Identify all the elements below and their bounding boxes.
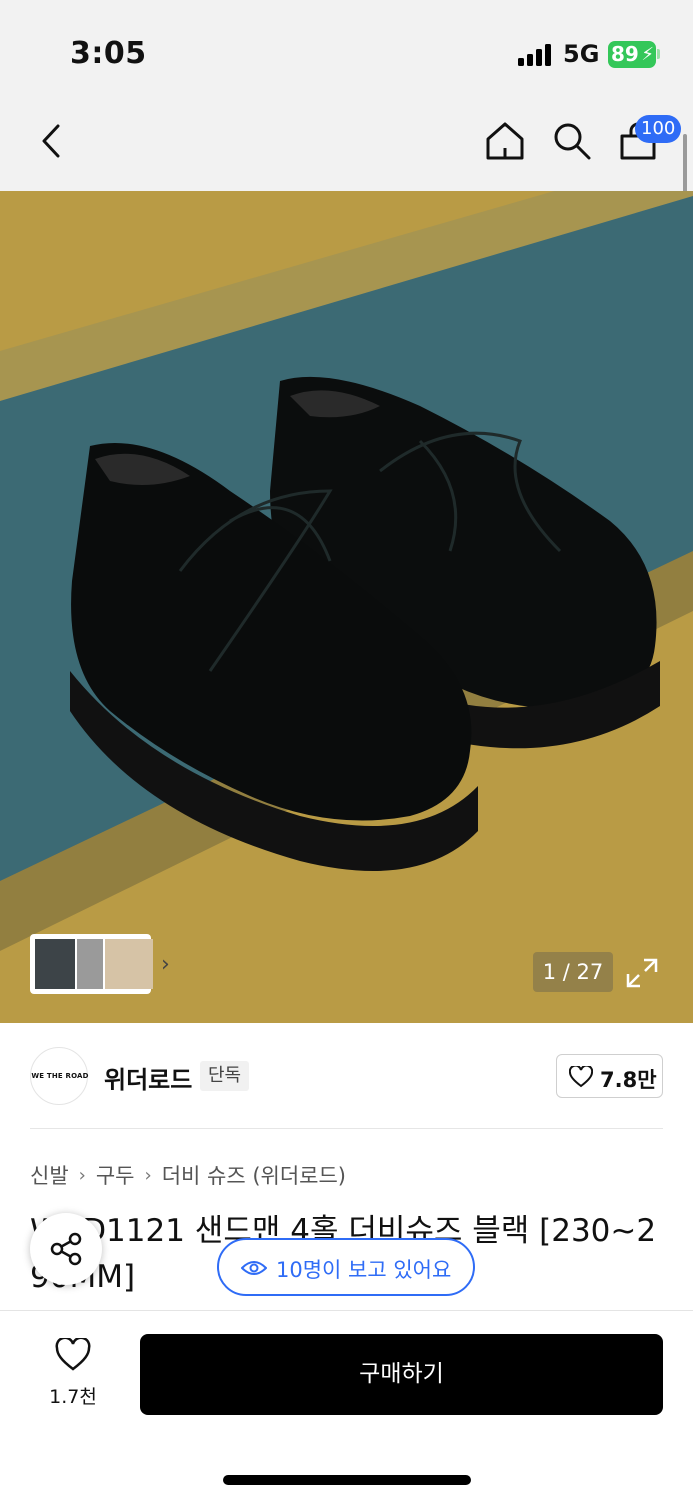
chevron-right-icon[interactable]: › (161, 952, 170, 977)
battery-cap (657, 49, 660, 59)
heart-icon (55, 1338, 91, 1371)
viewers-text: 10명이 보고 있어요 (276, 1258, 452, 1282)
brand-like-count: 7.8만 (600, 1068, 657, 1092)
brand-logo-text: WE THE ROAD (31, 1072, 89, 1080)
divider (30, 1128, 663, 1129)
brand-name[interactable]: 위더로드 (104, 1060, 192, 1095)
charging-icon: ⚡ (641, 44, 654, 65)
brand-logo[interactable]: WE THE ROAD (30, 1047, 88, 1105)
share-icon (50, 1232, 82, 1266)
home-indicator (223, 1475, 471, 1485)
exclusive-badge: 단독 (200, 1061, 250, 1091)
thumbnail-3[interactable] (105, 939, 153, 989)
status-bar: 3:05 5G 89 ⚡ (0, 0, 693, 96)
search-icon[interactable] (551, 120, 593, 162)
breadcrumb-item[interactable]: 신발 (30, 1160, 69, 1190)
viewers-indicator: 10명이 보고 있어요 (217, 1238, 475, 1296)
heart-icon (569, 1066, 593, 1088)
thumbnail-strip[interactable]: › (30, 934, 170, 994)
breadcrumb-item[interactable]: 구두 (96, 1160, 135, 1190)
wishlist-count: 1.7천 (49, 1386, 97, 1408)
chevron-right-icon: › (78, 1164, 86, 1186)
chevron-right-icon: › (144, 1164, 152, 1186)
breadcrumb-item[interactable]: 더비 슈즈 (위더로드) (162, 1160, 346, 1190)
eye-icon (241, 1261, 267, 1275)
status-time: 3:05 (70, 36, 147, 71)
image-counter: 1 / 27 (533, 952, 613, 992)
buy-button[interactable]: 구매하기 (140, 1334, 663, 1415)
brand-like-button[interactable]: 7.8만 (556, 1054, 663, 1098)
expand-icon[interactable] (620, 952, 664, 992)
thumbnail-2[interactable] (77, 939, 103, 989)
wishlist-button[interactable]: 1.7천 (30, 1338, 116, 1410)
home-icon[interactable] (484, 120, 526, 162)
network-label: 5G (563, 40, 600, 68)
breadcrumb: 신발 › 구두 › 더비 슈즈 (위더로드) (30, 1160, 346, 1190)
battery-level: 89 (611, 42, 639, 66)
thumbnail-1[interactable] (35, 939, 75, 989)
chevron-left-icon[interactable] (38, 122, 66, 160)
cart-count-badge: 100 (635, 115, 682, 143)
battery-icon: 89 ⚡ (608, 41, 656, 68)
product-image[interactable] (0, 191, 693, 1023)
signal-icon (518, 44, 552, 66)
share-button[interactable] (30, 1213, 102, 1285)
